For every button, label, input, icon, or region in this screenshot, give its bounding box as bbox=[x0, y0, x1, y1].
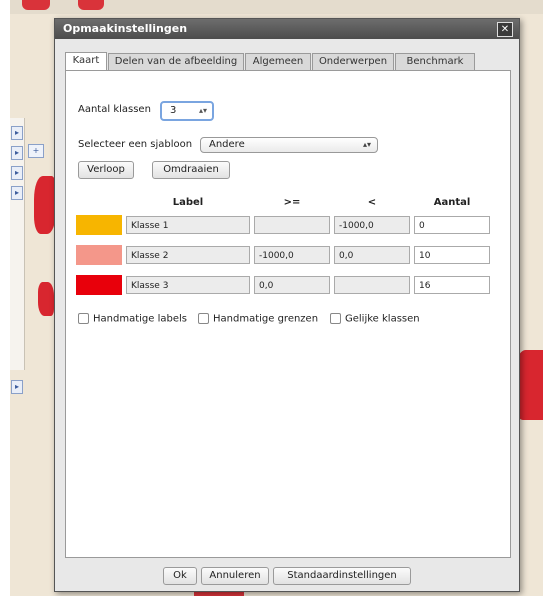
close-button[interactable]: ✕ bbox=[497, 22, 513, 37]
map-region bbox=[34, 176, 56, 234]
close-icon: ✕ bbox=[500, 24, 510, 35]
checkbox-icon[interactable] bbox=[330, 313, 341, 324]
class-count-field: 10 bbox=[414, 246, 490, 264]
class-label-field[interactable]: Klasse 2 bbox=[126, 246, 250, 264]
class-count-field: 0 bbox=[414, 216, 490, 234]
panel-toggle-icon[interactable]: ▸ bbox=[11, 186, 23, 200]
class-to-field[interactable]: 0,0 bbox=[334, 246, 410, 264]
zoom-icon[interactable]: + bbox=[28, 144, 44, 158]
template-select[interactable]: Andere ▴▾ bbox=[200, 137, 378, 153]
tab-kaart[interactable]: Kaart bbox=[65, 52, 107, 71]
ok-button[interactable]: Ok bbox=[163, 567, 197, 585]
class-label-field[interactable]: Klasse 3 bbox=[126, 276, 250, 294]
tab-benchmark[interactable]: Benchmark bbox=[395, 53, 475, 70]
dialog-titlebar[interactable]: Opmaakinstellingen ✕ bbox=[55, 19, 519, 39]
checkbox-label: Gelijke klassen bbox=[345, 313, 420, 325]
tab-algemeen[interactable]: Algemeen bbox=[245, 53, 311, 70]
checkbox-label: Handmatige grenzen bbox=[213, 313, 319, 325]
class-to-field[interactable] bbox=[334, 276, 410, 294]
map-region bbox=[22, 0, 50, 10]
tab-delen[interactable]: Delen van de afbeelding bbox=[108, 53, 244, 70]
map-side-panel: ▸ ▸ ▸ ▸ ▸ bbox=[10, 118, 25, 394]
verloop-button[interactable]: Verloop bbox=[78, 161, 134, 179]
column-header-to: < bbox=[367, 197, 377, 208]
select-arrows-icon: ▴▾ bbox=[362, 140, 371, 149]
class-from-field[interactable] bbox=[254, 216, 330, 234]
panel-toggle-icon[interactable]: ▸ bbox=[11, 166, 23, 180]
template-select-label: Selecteer een sjabloon bbox=[78, 139, 193, 150]
class-label-field[interactable]: Klasse 1 bbox=[126, 216, 250, 234]
checkbox-icon[interactable] bbox=[198, 313, 209, 324]
map-region bbox=[38, 282, 54, 316]
panel-toggle-icon[interactable]: ▸ bbox=[11, 146, 23, 160]
class-from-field[interactable]: -1000,0 bbox=[254, 246, 330, 264]
gelijke-klassen-checkbox[interactable]: Gelijke klassen bbox=[330, 313, 420, 325]
handmatige-grenzen-checkbox[interactable]: Handmatige grenzen bbox=[198, 313, 318, 325]
tab-onderwerpen[interactable]: Onderwerpen bbox=[312, 53, 394, 70]
tab-content-kaart: Aantal klassen 3 ▴▾ Selecteer een sjablo… bbox=[65, 70, 511, 558]
panel-toggle-icon[interactable]: ▸ bbox=[11, 380, 23, 394]
aantal-klassen-label: Aantal klassen bbox=[78, 104, 151, 115]
map-region bbox=[78, 0, 104, 10]
aantal-klassen-stepper[interactable]: 3 ▴▾ bbox=[160, 101, 214, 121]
checkbox-label: Handmatige labels bbox=[93, 313, 187, 325]
class-color-swatch[interactable] bbox=[76, 215, 122, 235]
panel-toggle-icon[interactable]: ▸ bbox=[11, 126, 23, 140]
column-header-from: >= bbox=[283, 197, 301, 208]
standaardinstellingen-button[interactable]: Standaardinstellingen bbox=[273, 567, 411, 585]
class-color-swatch[interactable] bbox=[76, 245, 122, 265]
handmatige-labels-checkbox[interactable]: Handmatige labels bbox=[78, 313, 187, 325]
template-select-value: Andere bbox=[209, 139, 245, 150]
stepper-arrows-icon[interactable]: ▴▾ bbox=[199, 103, 207, 119]
settings-dialog: Opmaakinstellingen ✕ Kaart Delen van de … bbox=[54, 18, 520, 592]
class-from-field[interactable]: 0,0 bbox=[254, 276, 330, 294]
column-header-label: Label bbox=[172, 197, 204, 208]
class-count-field: 16 bbox=[414, 276, 490, 294]
checkbox-icon[interactable] bbox=[78, 313, 89, 324]
aantal-klassen-value: 3 bbox=[170, 105, 177, 116]
class-to-field[interactable]: -1000,0 bbox=[334, 216, 410, 234]
omdraaien-button[interactable]: Omdraaien bbox=[152, 161, 230, 179]
class-color-swatch[interactable] bbox=[76, 275, 122, 295]
annuleren-button[interactable]: Annuleren bbox=[201, 567, 269, 585]
dialog-title: Opmaakinstellingen bbox=[63, 22, 188, 35]
column-header-count: Aantal bbox=[433, 197, 471, 208]
